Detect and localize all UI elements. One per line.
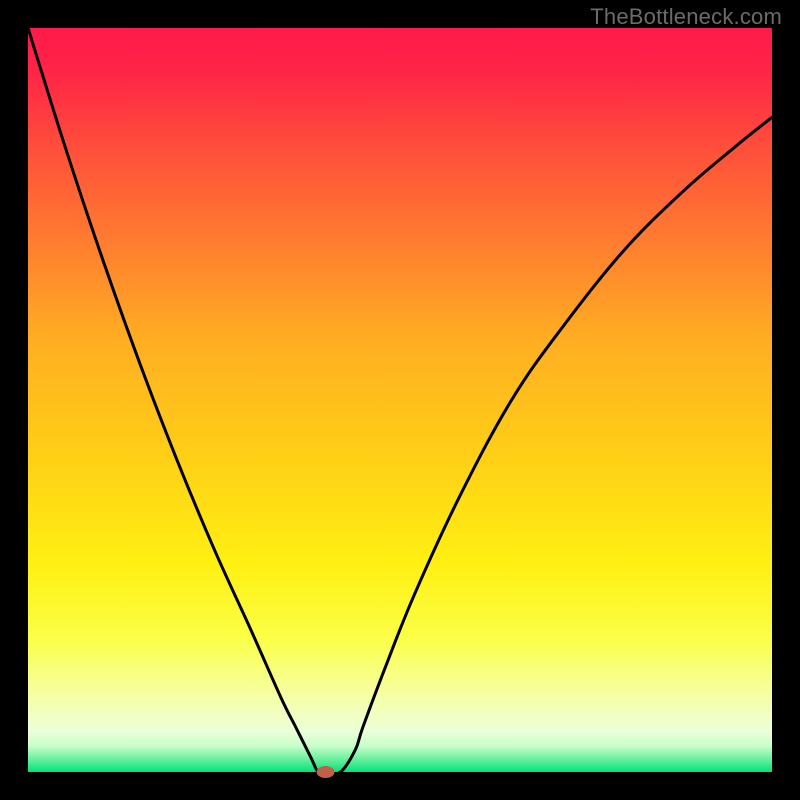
watermark-text: TheBottleneck.com — [590, 4, 782, 30]
optimal-point-marker — [317, 766, 335, 778]
chart-frame: TheBottleneck.com — [0, 0, 800, 800]
bottleneck-chart — [0, 0, 800, 800]
plot-background — [28, 28, 772, 772]
